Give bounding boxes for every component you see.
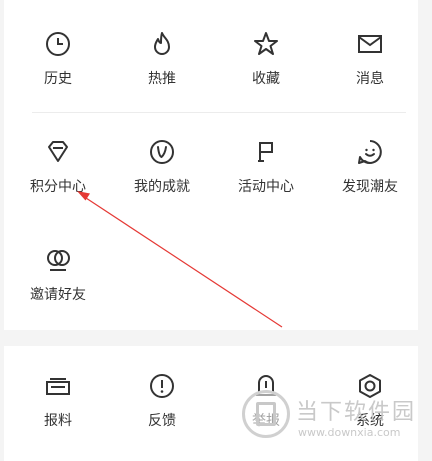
report-item[interactable]: 举报 [214,372,318,442]
achievements-label: 我的成就 [134,179,190,195]
star-icon [254,32,278,55]
diamond-icon [48,141,68,162]
invite-friends-item[interactable]: 邀请好友 [6,246,110,316]
smile-chat-icon [358,140,382,164]
tip-off-label: 报料 [44,413,72,429]
menu-card-top: 历史 热推 收藏 消息 积分中心 我的成就 活动中心 发现潮友 邀请好友 [4,0,418,330]
discover-friends-label: 发现潮友 [342,179,398,195]
v-badge-icon [150,140,174,164]
flag-icon [258,142,273,162]
menu-card-bottom: 报料 反馈 举报 系统 [4,346,418,461]
points-center-item[interactable]: 积分中心 [6,138,110,208]
messages-label: 消息 [356,71,384,87]
tip-off-item[interactable]: 报料 [6,372,110,442]
hexagon-settings-icon [359,374,381,398]
report-label: 举报 [252,413,280,429]
flame-icon [154,32,170,55]
history-item[interactable]: 历史 [6,30,110,100]
achievements-item[interactable]: 我的成就 [110,138,214,208]
feedback-item[interactable]: 反馈 [110,372,214,442]
hot-label: 热推 [148,71,176,87]
favorites-item[interactable]: 收藏 [214,30,318,100]
tip-box-icon [46,378,70,395]
points-center-label: 积分中心 [30,179,86,195]
messages-item[interactable]: 消息 [318,30,422,100]
history-label: 历史 [44,71,72,87]
report-icon [256,375,276,396]
system-item[interactable]: 系统 [318,372,422,442]
discover-friends-item[interactable]: 发现潮友 [318,138,422,208]
linked-circles-icon [47,250,70,271]
favorites-label: 收藏 [252,71,280,87]
exclamation-circle-icon [150,374,174,398]
envelope-icon [358,35,382,53]
activity-center-item[interactable]: 活动中心 [214,138,318,208]
feedback-label: 反馈 [148,413,176,429]
system-label: 系统 [356,413,384,429]
row-divider [32,112,406,113]
hot-item[interactable]: 热推 [110,30,214,100]
clock-icon [46,32,70,56]
invite-friends-label: 邀请好友 [30,287,86,303]
activity-center-label: 活动中心 [238,179,294,195]
